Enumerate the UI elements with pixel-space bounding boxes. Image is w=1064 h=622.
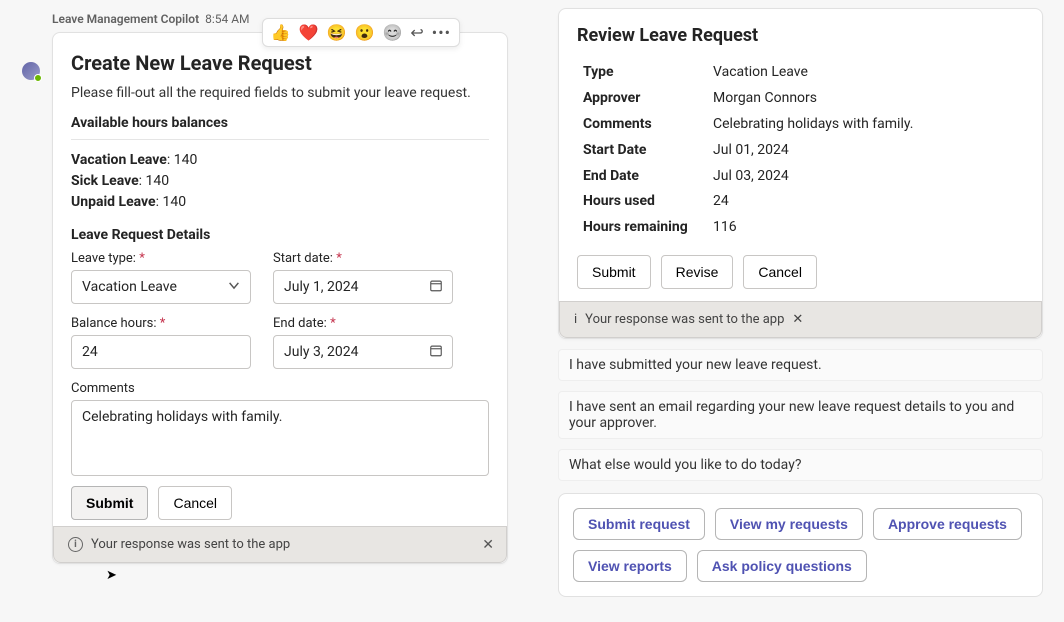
info-icon: i bbox=[68, 537, 83, 552]
toast-sent: i Your response was sent to the app ✕ bbox=[53, 526, 507, 563]
balances-list: Vacation Leave: 140 Sick Leave: 140 Unpa… bbox=[71, 150, 489, 213]
create-leave-card: Create New Leave Request Please fill-out… bbox=[52, 32, 508, 564]
reaction-laugh[interactable]: 😆 bbox=[327, 23, 347, 42]
chip-view-my-requests[interactable]: View my requests bbox=[715, 508, 863, 540]
review-title: Review Leave Request bbox=[577, 25, 1024, 46]
divider bbox=[71, 139, 489, 140]
cursor-icon: ➤ bbox=[106, 568, 117, 583]
review-revise-button[interactable]: Revise bbox=[661, 255, 734, 289]
start-date-input[interactable] bbox=[273, 270, 453, 304]
reaction-thumbs-up[interactable]: 👍 bbox=[271, 23, 291, 42]
review-cancel-button[interactable]: Cancel bbox=[743, 255, 817, 289]
message-time: 8:54 AM bbox=[205, 12, 249, 26]
presence-icon bbox=[34, 74, 42, 82]
submit-button[interactable]: Submit bbox=[71, 486, 148, 520]
reaction-surprised[interactable]: 😮 bbox=[355, 23, 375, 42]
card-intro: Please fill-out all the required fields … bbox=[71, 85, 489, 101]
avatar bbox=[22, 62, 40, 84]
balance-hours-input[interactable] bbox=[71, 335, 251, 369]
close-icon[interactable]: ✕ bbox=[792, 312, 803, 327]
info-icon: i bbox=[574, 312, 577, 327]
more-icon[interactable]: ••• bbox=[432, 23, 451, 42]
bot-message: I have sent an email regarding your new … bbox=[558, 391, 1043, 439]
details-heading: Leave Request Details bbox=[71, 227, 489, 243]
review-kv-list: TypeVacation Leave ApproverMorgan Connor… bbox=[577, 58, 1024, 243]
bot-message: I have submitted your new leave request. bbox=[558, 349, 1043, 381]
comments-textarea[interactable] bbox=[71, 400, 489, 476]
close-icon[interactable]: ✕ bbox=[482, 537, 494, 553]
balance-hours-label: Balance hours: * bbox=[71, 316, 251, 331]
chip-submit-request[interactable]: Submit request bbox=[573, 508, 705, 540]
bot-message: What else would you like to do today? bbox=[558, 449, 1043, 481]
emoji-picker-icon[interactable]: 😊 bbox=[382, 23, 402, 42]
review-submit-button[interactable]: Submit bbox=[577, 255, 651, 289]
chip-view-reports[interactable]: View reports bbox=[573, 550, 687, 582]
leave-type-select[interactable] bbox=[71, 270, 251, 304]
end-date-label: End date: * bbox=[273, 316, 453, 331]
leave-type-label: Leave type: * bbox=[71, 251, 251, 266]
card-title: Create New Leave Request bbox=[71, 51, 489, 75]
suggestion-box: Submit request View my requests Approve … bbox=[558, 493, 1043, 597]
end-date-input[interactable] bbox=[273, 335, 453, 369]
sender-name: Leave Management Copilot bbox=[52, 12, 199, 26]
chip-ask-policy-questions[interactable]: Ask policy questions bbox=[697, 550, 867, 582]
toast-sent: i Your response was sent to the app ✕ bbox=[559, 301, 1042, 338]
reaction-bar: 👍 ❤️ 😆 😮 😊 ↩ ••• bbox=[262, 18, 460, 47]
review-leave-card: Review Leave Request TypeVacation Leave … bbox=[558, 8, 1043, 339]
balances-heading: Available hours balances bbox=[71, 115, 489, 131]
cancel-button[interactable]: Cancel bbox=[158, 486, 232, 520]
comments-label: Comments bbox=[71, 381, 489, 396]
reaction-heart[interactable]: ❤️ bbox=[299, 23, 319, 42]
chip-approve-requests[interactable]: Approve requests bbox=[873, 508, 1022, 540]
reply-icon[interactable]: ↩ bbox=[410, 23, 423, 42]
start-date-label: Start date: * bbox=[273, 251, 453, 266]
